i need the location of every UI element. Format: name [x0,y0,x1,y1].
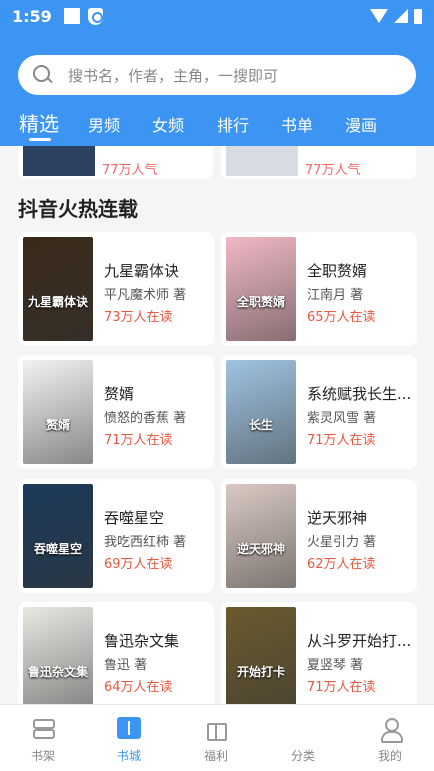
book-cover: 长生 [226,360,296,464]
book-cover [226,146,298,176]
book-title: 系统赋我长生... [307,385,412,403]
wifi-icon [370,9,388,23]
search-bar[interactable]: 搜书名，作者，主角，一搜即可 [18,55,416,95]
cover-title-art: 赘婿 [45,418,70,432]
category-grid-icon [291,717,315,739]
book-title: 逆天邪神 [307,509,368,527]
book-readers: 73万人在读 [104,310,173,325]
book-author: 我吃西红柿 著 [104,535,187,550]
nav-profile[interactable]: 我的 [347,705,433,771]
section-title: 抖音火热连载 [18,197,138,221]
book-card[interactable]: 逆天邪神 逆天邪神 火星引力 著 62万人在读 [221,479,417,593]
cover-title-art: 九星霸体诀 [27,295,88,309]
cover-title-art: 全职赘婿 [236,295,285,309]
search-placeholder[interactable]: 搜书名，作者，主角，一搜即可 [68,65,278,86]
app-header: 1:59 搜书名，作者，主角，一搜即可 精选 男频 女频 排行 书单 漫画 [0,0,434,146]
tab-female[interactable]: 女频 [152,112,184,136]
book-author: 愤怒的香蕉 著 [104,411,187,426]
book-card[interactable]: 赘婿 赘婿 愤怒的香蕉 著 71万人在读 [18,355,214,469]
cover-title-art: 长生 [248,418,273,432]
book-title: 吞噬星空 [104,509,165,527]
cellular-signal-icon [394,9,408,23]
nav-category[interactable]: 分类 [260,705,346,771]
book-cover [23,146,95,176]
gift-icon [204,717,228,741]
book-cover: 开始打卡 [226,607,296,704]
book-readers: 71万人在读 [307,680,376,695]
category-tabs: 精选 男频 女频 排行 书单 漫画 [0,108,434,144]
book-author: 紫灵风雪 著 [307,411,377,426]
search-icon [32,64,54,86]
book-readers: 65万人在读 [307,310,376,325]
book-cover: 赘婿 [23,360,93,464]
tab-featured[interactable]: 精选 [19,108,59,137]
user-icon [378,717,403,743]
nav-label: 福利 [203,749,228,763]
status-time: 1:59 [12,6,52,26]
previous-section-row: 77万人气 77万人气 [0,146,434,179]
battery-icon [414,8,422,24]
nav-bookshelf[interactable]: 书架 [0,705,86,771]
nav-bookstore[interactable]: 书城 [86,705,172,771]
book-card[interactable]: 九星霸体诀 九星霸体诀 平凡魔术师 著 73万人在读 [18,232,214,346]
book-popularity: 77万人气 [102,163,158,178]
nav-label: 书城 [116,749,141,763]
bookshelf-icon [31,717,55,739]
notification-icon [63,8,80,24]
nav-label: 我的 [377,749,402,763]
cover-title-art: 逆天邪神 [236,542,285,556]
tab-male[interactable]: 男频 [88,112,120,136]
book-readers: 64万人在读 [104,680,173,695]
shield-icon [87,7,103,25]
book-cover: 全职赘婿 [226,237,296,341]
book-card[interactable]: 开始打卡 从斗罗开始打... 夏竖琴 著 71万人在读 [221,602,417,704]
active-tab-indicator [29,138,51,141]
book-readers: 69万人在读 [104,557,173,572]
book-popularity: 77万人气 [305,163,361,178]
book-cover: 吞噬星空 [23,484,93,588]
book-title: 赘婿 [104,385,135,403]
book-title: 全职赘婿 [307,262,368,280]
cover-title-art: 吞噬星空 [33,542,82,556]
book-cover: 九星霸体诀 [23,237,93,341]
book-author: 火星引力 著 [307,535,377,550]
nav-welfare[interactable]: 福利 [173,705,259,771]
cover-title-art: 开始打卡 [236,665,285,679]
book-title: 从斗罗开始打... [307,632,412,650]
book-store-content[interactable]: 77万人气 77万人气 抖音火热连载 九星霸体诀 九星霸体诀 平凡魔术师 著 73万人… [0,146,434,704]
book-card[interactable]: 鲁迅杂文集 鲁迅杂文集 鲁迅 著 64万人在读 [18,602,214,704]
book-cover: 鲁迅杂文集 [23,607,93,704]
book-author: 平凡魔术师 著 [104,288,187,303]
book-title: 九星霸体诀 [104,262,180,280]
book-readers: 62万人在读 [307,557,376,572]
book-readers: 71万人在读 [307,433,376,448]
bottom-navigation: 书架 书城 福利 分类 我的 [0,704,434,771]
book-store-icon [117,717,141,739]
book-card[interactable]: 77万人气 [18,146,213,179]
book-card[interactable]: 吞噬星空 吞噬星空 我吃西红柿 著 69万人在读 [18,479,214,593]
book-readers: 71万人在读 [104,433,173,448]
book-card[interactable]: 全职赘婿 全职赘婿 江南月 著 65万人在读 [221,232,417,346]
tab-booklist[interactable]: 书单 [281,112,313,136]
cover-title-art: 鲁迅杂文集 [27,665,88,679]
book-author: 夏竖琴 著 [307,658,364,673]
book-author: 江南月 著 [307,288,364,303]
book-card[interactable]: 77万人气 [221,146,416,179]
tab-comics[interactable]: 漫画 [345,112,377,136]
book-title: 鲁迅杂文集 [104,632,180,650]
status-bar: 1:59 [0,0,434,32]
nav-label: 书架 [30,749,55,763]
tab-ranking[interactable]: 排行 [217,112,249,136]
book-card[interactable]: 长生 系统赋我长生... 紫灵风雪 著 71万人在读 [221,355,417,469]
book-author: 鲁迅 著 [104,658,148,673]
book-cover: 逆天邪神 [226,484,296,588]
nav-label: 分类 [290,749,315,763]
